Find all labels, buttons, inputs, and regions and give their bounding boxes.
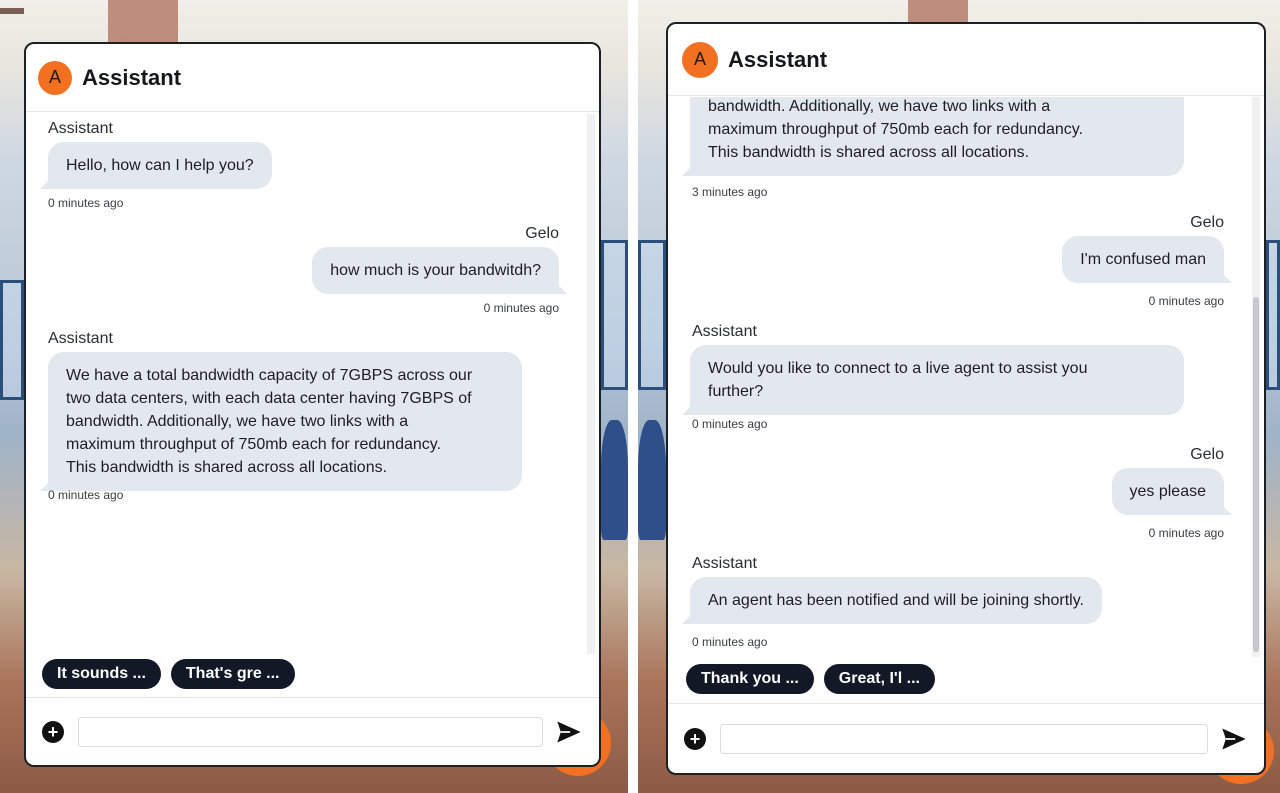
quick-reply-chip[interactable]: Great, I'l ...: [823, 664, 935, 694]
message-text-line: bandwidth. Additionally, we have two lin…: [66, 413, 409, 430]
message-list: Assistant Hello, how can I help you? 0 m…: [26, 114, 585, 654]
bg-decoration: [1266, 240, 1280, 390]
quick-reply-chip[interactable]: That's gre ...: [170, 659, 295, 689]
bot-message-bubble: We have a total bandwidth capacity of 7G…: [40, 352, 522, 491]
bg-decoration: [601, 420, 628, 540]
message-text-line: further?: [708, 383, 764, 400]
message-text: Hello, how can I help you?: [66, 157, 254, 174]
message-timestamp: 0 minutes ago: [1148, 526, 1224, 540]
message-timestamp: 0 minutes ago: [48, 488, 124, 502]
assistant-avatar: A: [682, 41, 718, 78]
chat-window: A Assistant Assistant Hello, how can I h…: [24, 42, 601, 767]
message-sender: Assistant: [48, 330, 113, 347]
message-timestamp: 0 minutes ago: [692, 635, 768, 649]
message-text-line: maximum throughput of 750mb each for red…: [708, 121, 1084, 138]
message-text: I'm confused man: [1080, 251, 1206, 268]
message-text-line: bandwidth. Additionally, we have two lin…: [708, 98, 1051, 115]
screenshot-divider: [628, 0, 638, 793]
message-text-line: This bandwidth is shared across all loca…: [708, 144, 1030, 161]
message-text: yes please: [1129, 483, 1207, 500]
message-text-line: This bandwidth is shared across all loca…: [66, 459, 388, 476]
message-timestamp: 3 minutes ago: [692, 185, 768, 199]
chat-title: Assistant: [82, 64, 182, 90]
quick-reply-chip[interactable]: It sounds ...: [42, 659, 161, 689]
bg-decoration: [638, 240, 666, 390]
plus-icon[interactable]: +: [684, 727, 706, 750]
bg-decoration: [0, 8, 24, 14]
message-sender: Assistant: [692, 555, 757, 572]
message-timestamp: 0 minutes ago: [1148, 294, 1224, 308]
message-timestamp: 0 minutes ago: [692, 417, 768, 431]
bot-message-bubble: Would you like to connect to a live agen…: [682, 345, 1184, 415]
bg-decoration: [601, 240, 628, 390]
bg-decoration: [908, 0, 968, 22]
bot-message-bubble: Hello, how can I help you?: [40, 142, 272, 189]
user-message-bubble: how much is your bandwitdh?: [312, 247, 567, 294]
message-list: bandwidth. Additionally, we have two lin…: [668, 97, 1250, 657]
message-text-line: maximum throughput of 750mb each for red…: [66, 436, 442, 453]
quick-replies: Thank you ... Great, I'l ...: [686, 664, 935, 694]
message-sender: Assistant: [692, 323, 757, 340]
left-screenshot: A Assistant Assistant Hello, how can I h…: [0, 0, 628, 793]
chat-title: Assistant: [728, 46, 828, 72]
user-message-bubble: yes please: [1111, 468, 1232, 515]
bg-decoration: [0, 280, 24, 400]
message-text-line: We have a total bandwidth capacity of 7G…: [66, 367, 473, 384]
message-sender: Gelo: [1190, 214, 1224, 231]
message-composer: +: [668, 703, 1264, 773]
message-text-line: Would you like to connect to a live agen…: [708, 360, 1088, 377]
message-timestamp: 0 minutes ago: [483, 301, 559, 315]
message-input[interactable]: [720, 723, 1208, 754]
message-text: how much is your bandwitdh?: [330, 262, 541, 279]
message-text: An agent has been notified and will be j…: [708, 592, 1084, 609]
send-arrow-icon[interactable]: [1220, 725, 1248, 753]
message-composer: +: [26, 697, 599, 765]
plus-icon[interactable]: +: [42, 720, 64, 743]
message-timestamp: 0 minutes ago: [48, 196, 124, 210]
scrollbar[interactable]: [1252, 97, 1260, 657]
chat-header: A Assistant: [26, 44, 599, 112]
bot-message-bubble: An agent has been notified and will be j…: [682, 577, 1102, 624]
scrollbar[interactable]: [587, 114, 595, 654]
quick-replies: It sounds ... That's gre ...: [42, 659, 295, 689]
bot-message-bubble: bandwidth. Additionally, we have two lin…: [682, 97, 1184, 176]
message-sender: Gelo: [525, 225, 559, 242]
message-input[interactable]: [78, 716, 543, 747]
right-screenshot: A Assistant bandwidth. Additionally, we …: [638, 0, 1280, 793]
scroll-thumb[interactable]: [1253, 297, 1259, 652]
message-sender: Assistant: [48, 120, 113, 137]
quick-reply-chip[interactable]: Thank you ...: [686, 664, 814, 694]
message-sender: Gelo: [1190, 446, 1224, 463]
assistant-avatar: A: [38, 60, 72, 95]
user-message-bubble: I'm confused man: [1062, 236, 1232, 283]
chat-window: A Assistant bandwidth. Additionally, we …: [666, 22, 1266, 775]
bg-decoration: [638, 420, 666, 540]
bg-decoration: [108, 0, 178, 42]
message-text-line: two data centers, with each data center …: [66, 390, 472, 407]
send-arrow-icon[interactable]: [555, 718, 583, 746]
chat-header: A Assistant: [668, 24, 1264, 96]
